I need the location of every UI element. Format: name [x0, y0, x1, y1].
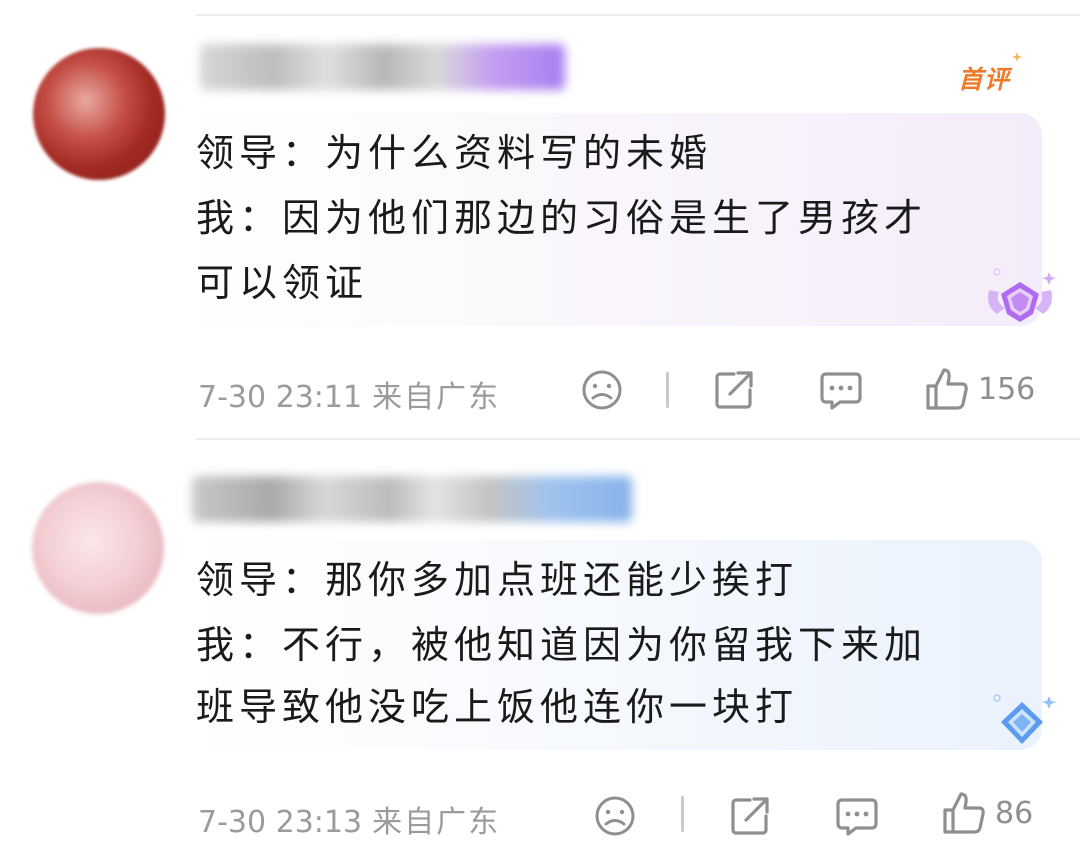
- reply-button[interactable]: [818, 368, 864, 412]
- share-icon: [715, 371, 753, 409]
- comment-bubble: 领导：那你多加点班还能少挨打 我：不行，被他知道因为你留我下来加 班导致他没吃上…: [180, 540, 1042, 750]
- dislike-button[interactable]: [580, 368, 624, 412]
- comment-time: 7-30 23:11: [198, 380, 363, 415]
- like-count: 156: [978, 371, 1036, 407]
- comment-meta: 7-30 23:13 来自广东: [198, 797, 500, 841]
- username-blurred[interactable]: [192, 476, 632, 522]
- thumbs-up-icon: [926, 368, 968, 410]
- action-separator: [681, 796, 684, 832]
- share-icon: [731, 797, 769, 835]
- share-button[interactable]: [712, 368, 756, 412]
- reply-button[interactable]: [834, 794, 880, 838]
- like-button[interactable]: 86: [941, 790, 1033, 836]
- like-count: 86: [995, 795, 1034, 831]
- comment-location: 来自广东: [372, 805, 501, 840]
- comment-text-line: 可以领证: [196, 261, 369, 305]
- comment-item: 领导：那你多加点班还能少挨打 我：不行，被他知道因为你留我下来加 班导致他没吃上…: [0, 440, 1080, 840]
- comment-icon: [820, 372, 862, 410]
- dislike-button[interactable]: [593, 794, 637, 838]
- comment-meta: 7-30 23:11 来自广东: [198, 372, 500, 416]
- avatar[interactable]: [32, 482, 164, 614]
- blue-gem-badge-icon: [985, 692, 1059, 754]
- sad-face-icon: [595, 796, 635, 836]
- share-button[interactable]: [728, 794, 772, 838]
- action-separator: [666, 372, 669, 408]
- comment-icon: [836, 798, 878, 836]
- comment-text-line: 我：因为他们那边的习俗是生了男孩才: [196, 196, 928, 240]
- comment-bubble: 领导：为什么资料写的未婚 我：因为他们那边的习俗是生了男孩才 可以领证: [180, 113, 1042, 326]
- comment-text-line: 领导：那你多加点班还能少挨打: [196, 558, 799, 602]
- avatar[interactable]: [33, 48, 165, 180]
- purple-gem-badge-icon: [983, 268, 1057, 332]
- sad-face-icon: [582, 370, 622, 410]
- comment-text-line: 我：不行，被他知道因为你留我下来加: [196, 623, 928, 667]
- comment-time: 7-30 23:13: [198, 805, 363, 840]
- comment-location: 来自广东: [372, 380, 501, 415]
- like-button[interactable]: 156: [924, 366, 1035, 412]
- comment-item: 首评 领导：为什么资料写的未婚 我：因为他们那边的习俗是生了男孩才 可以领证 7…: [0, 0, 1080, 438]
- thumbs-up-icon: [943, 792, 985, 834]
- comment-text-line: 领导：为什么资料写的未婚: [196, 131, 713, 175]
- comment-text-line: 班导致他没吃上饭他连你一块打: [196, 685, 799, 729]
- username-blurred[interactable]: [200, 44, 565, 90]
- first-comment-badge: 首评: [958, 60, 1010, 96]
